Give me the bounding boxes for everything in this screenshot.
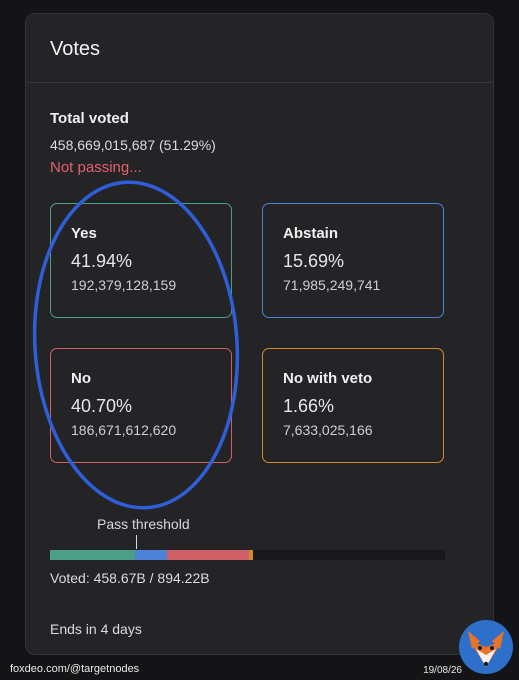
option-count: 7,633,025,166: [283, 422, 373, 438]
vote-option-yes: Yes 41.94% 192,379,128,159: [50, 203, 232, 318]
fox-logo-icon: [459, 620, 513, 674]
vote-option-no-with-veto: No with veto 1.66% 7,633,025,166: [262, 348, 444, 463]
votes-card: Votes Total voted 458,669,015,687 (51.29…: [25, 13, 494, 655]
vote-option-abstain: Abstain 15.69% 71,985,249,741: [262, 203, 444, 318]
option-label: No: [71, 370, 91, 387]
option-label: Abstain: [283, 225, 339, 242]
option-percent: 15.69%: [283, 251, 345, 271]
pass-threshold-marker: [136, 535, 137, 549]
progress-segment-no-with-veto: [249, 550, 253, 560]
option-label: Yes: [71, 225, 97, 242]
total-voted-value: 458,669,015,687 (51.29%): [50, 137, 216, 153]
progress-segment-yes: [50, 550, 135, 560]
source-watermark: foxdeo.com/@targetnodes: [10, 663, 140, 675]
option-percent: 40.70%: [71, 396, 133, 416]
option-label: No with veto: [283, 370, 373, 387]
option-percent: 41.94%: [71, 251, 133, 271]
option-count: 71,985,249,741: [283, 277, 381, 293]
total-voted-label: Total voted: [50, 110, 129, 127]
card-title: Votes: [50, 38, 101, 60]
date-watermark: 19/08/26: [423, 665, 462, 676]
vote-progress-bar: [50, 550, 445, 560]
option-count: 186,671,612,620: [71, 422, 177, 438]
ends-in-text: Ends in 4 days: [50, 621, 142, 637]
pass-threshold-label: Pass threshold: [97, 516, 190, 532]
progress-segment-no: [166, 550, 250, 560]
status-text: Not passing...: [50, 159, 142, 176]
progress-segment-abstain: [134, 550, 167, 560]
vote-option-no: No 40.70% 186,671,612,620: [50, 348, 232, 463]
voted-amount-text: Voted: 458.67B / 894.22B: [50, 570, 210, 586]
option-count: 192,379,128,159: [71, 277, 177, 293]
divider: [26, 82, 493, 83]
option-percent: 1.66%: [283, 396, 335, 416]
